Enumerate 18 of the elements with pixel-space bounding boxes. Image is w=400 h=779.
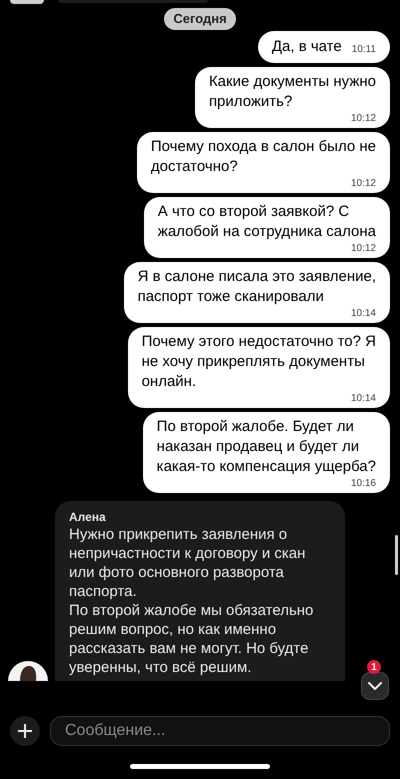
message-text: По второй жалобе. Будет ли наказан продавец и будет ли какая-то компенсация ущерба?	[156, 416, 376, 476]
message-time: 10:16	[350, 476, 376, 490]
sender-name: Алена	[69, 508, 107, 524]
message-text: Нужно прикрепить заявления о непричастности к договору и скан или фото основного разворота паспорта. По второй жалобе мы обязательно решим вопрос, но как именно рассказать вам не могут. Но будте уверенны, что всё решим.	[69, 524, 314, 676]
message-time: 10:12	[350, 176, 376, 190]
unread-badge: 1	[367, 660, 381, 674]
message-text: Какие документы нужно приложить?	[208, 72, 376, 112]
message-time: 10:11	[352, 42, 376, 56]
message-time: 10:12	[350, 112, 376, 124]
message-text: Почему похода в салон было не достаточно?	[150, 136, 376, 176]
message-text: Я в салоне писала это заявление, паспорт тоже сканировали	[138, 266, 376, 306]
message-text: Почему этого недостаточно то? Я не хочу прикреплять документы онлайн.	[142, 332, 376, 392]
message-text: Да, в чате	[272, 36, 342, 56]
message-time: 10:14	[350, 306, 376, 320]
message-text: А что со второй заявкой? С жалобой на сотрудника салона	[158, 202, 376, 242]
message-time: 10:12	[350, 242, 376, 254]
message-time: 10:14	[350, 392, 376, 404]
message-input[interactable]: Сообщение...	[50, 716, 390, 746]
